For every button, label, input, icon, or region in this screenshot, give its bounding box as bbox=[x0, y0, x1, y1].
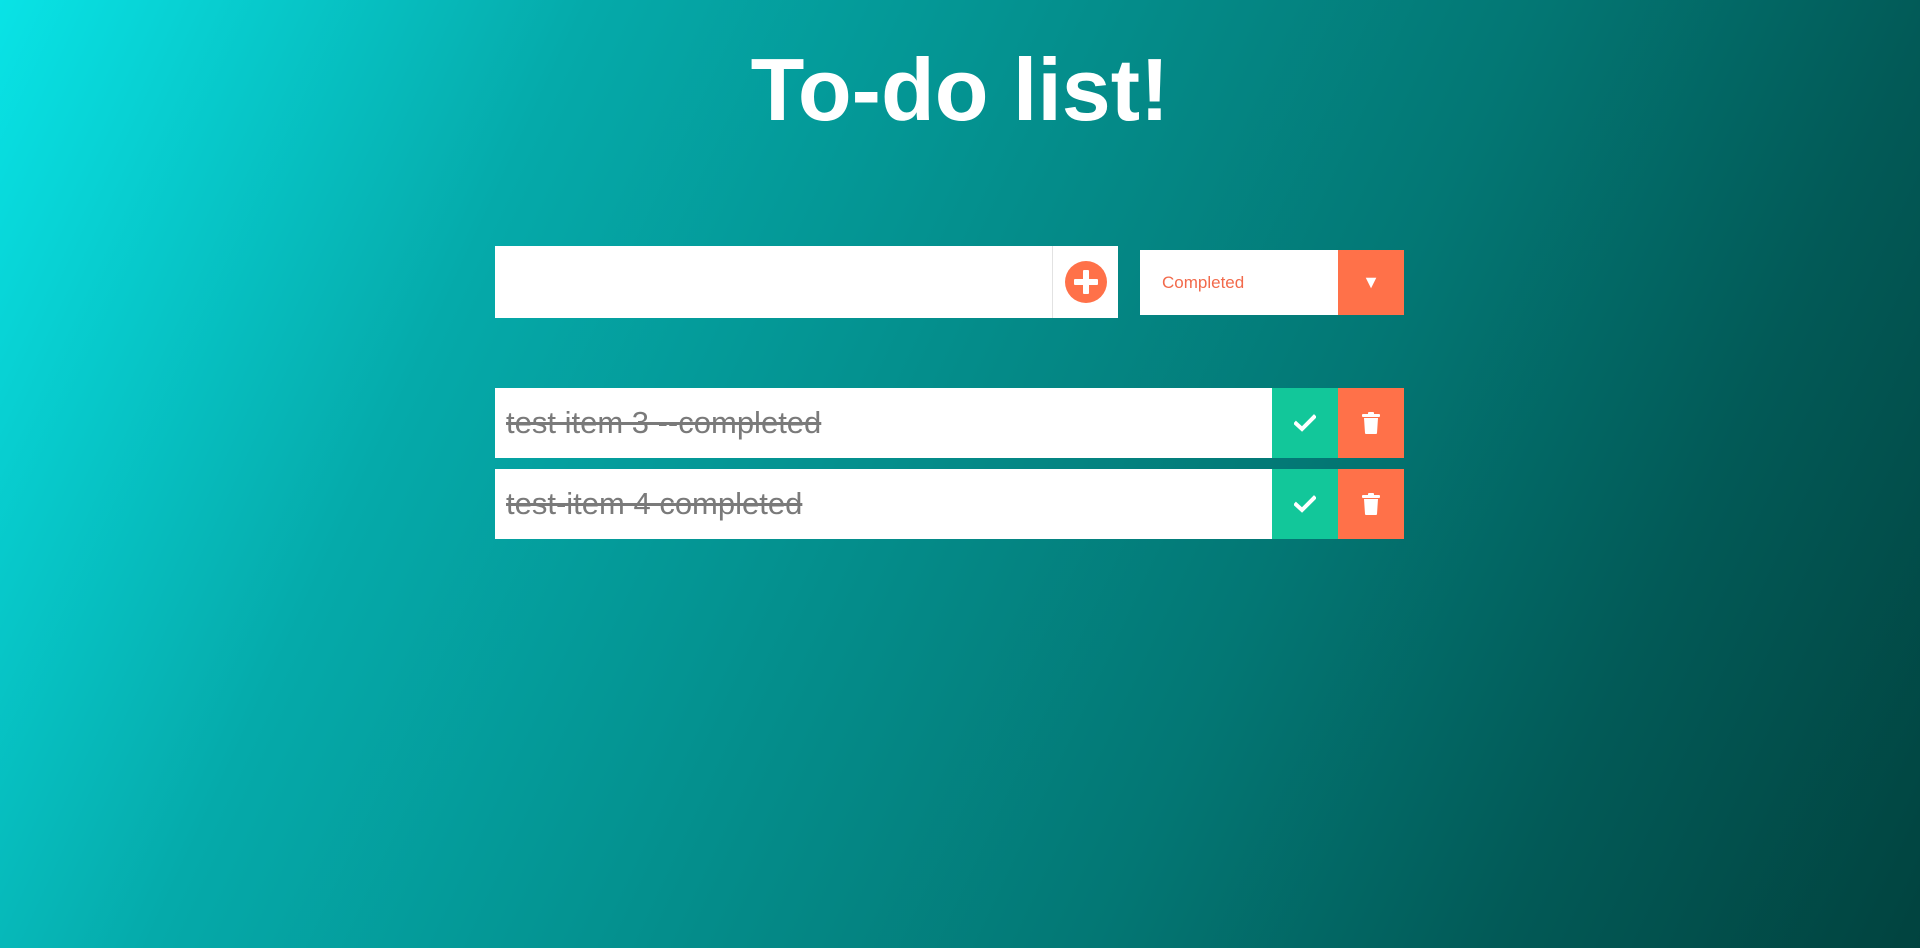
trash-icon bbox=[1362, 493, 1380, 515]
check-icon bbox=[1294, 414, 1316, 432]
delete-button[interactable] bbox=[1338, 469, 1404, 539]
todo-item-text: test-item 4 completed bbox=[506, 486, 803, 521]
todo-list: test item 3 --completed test-item 4 comp… bbox=[495, 388, 1404, 550]
todo-input[interactable] bbox=[495, 246, 1052, 318]
add-todo-form bbox=[495, 246, 1118, 318]
complete-button[interactable] bbox=[1272, 469, 1338, 539]
check-icon bbox=[1294, 495, 1316, 513]
todo-item-text: test item 3 --completed bbox=[506, 405, 822, 440]
chevron-down-icon[interactable]: ▼ bbox=[1338, 250, 1404, 315]
filter-select[interactable]: Completed ▼ bbox=[1140, 250, 1404, 315]
filter-selected-value: Completed bbox=[1162, 273, 1245, 292]
complete-button[interactable] bbox=[1272, 388, 1338, 458]
todo-item: test-item 4 completed bbox=[495, 469, 1404, 539]
add-todo-button[interactable] bbox=[1052, 246, 1118, 318]
trash-icon bbox=[1362, 412, 1380, 434]
page-title: To-do list! bbox=[750, 40, 1170, 139]
delete-button[interactable] bbox=[1338, 388, 1404, 458]
todo-item: test item 3 --completed bbox=[495, 388, 1404, 458]
plus-circle-icon bbox=[1064, 261, 1107, 303]
